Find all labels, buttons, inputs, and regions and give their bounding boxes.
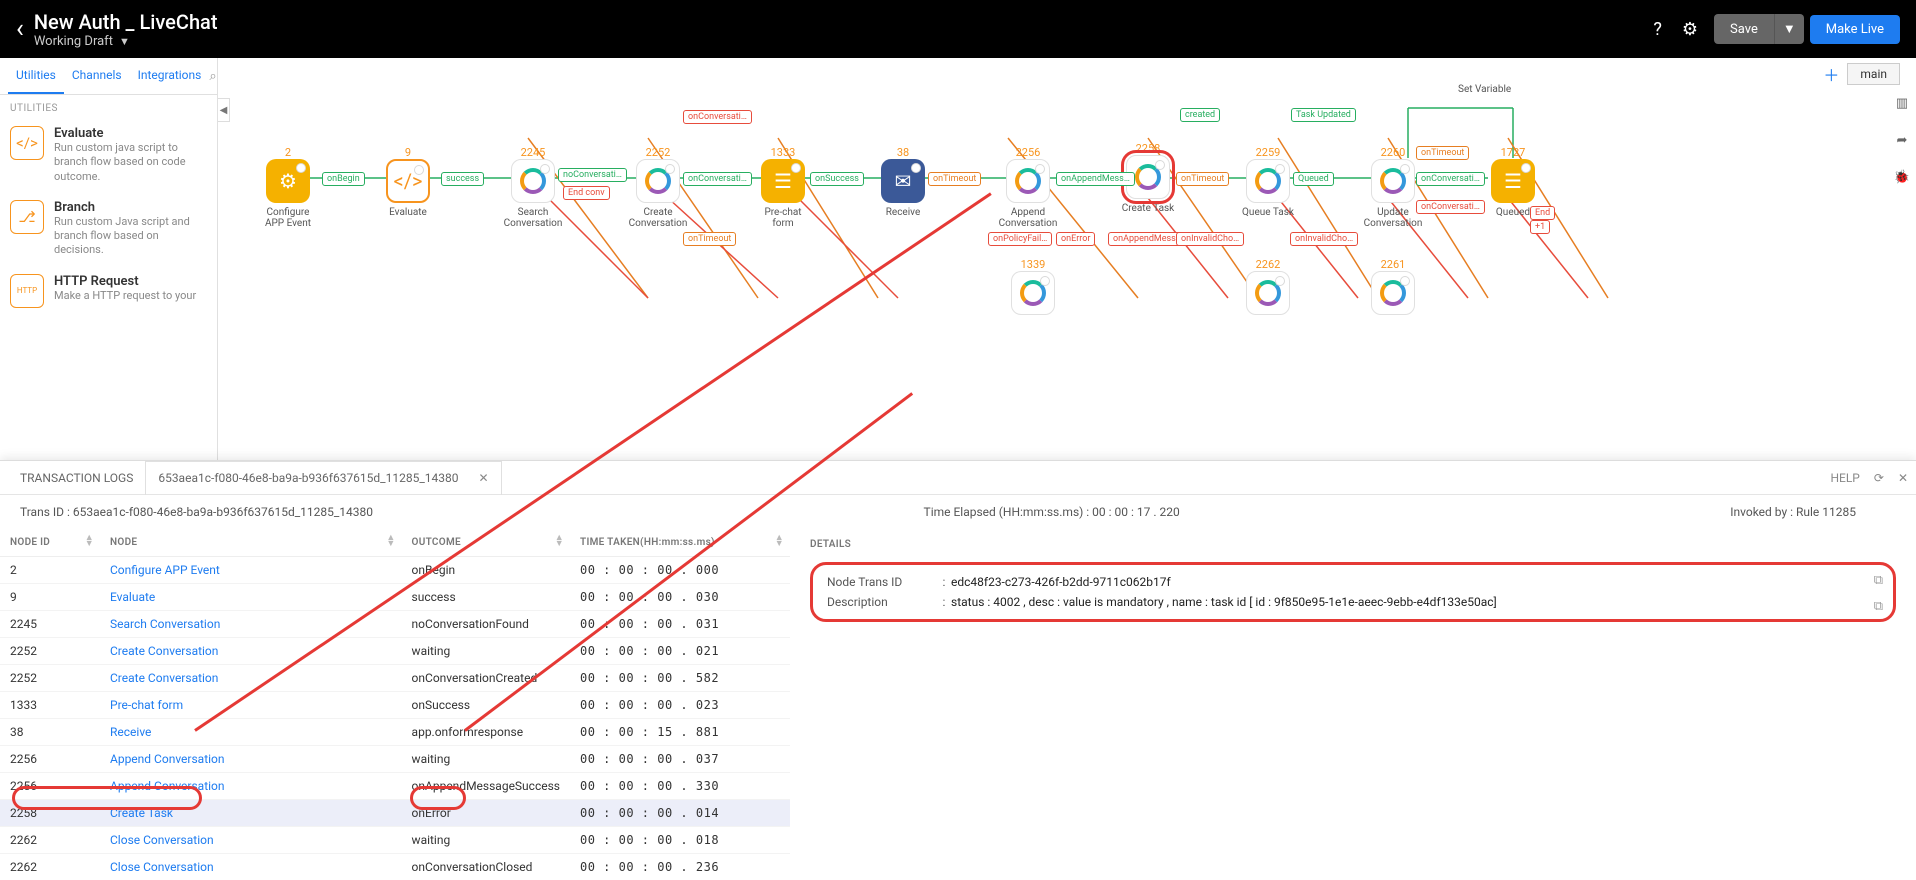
table-row[interactable]: 2245Search ConversationnoConversationFou… bbox=[0, 611, 790, 638]
chip-success: success bbox=[441, 172, 484, 186]
node-search-conversation[interactable]: 2245 Search Conversation bbox=[503, 146, 563, 229]
make-live-button[interactable]: Make Live bbox=[1810, 15, 1900, 44]
help-link[interactable]: HELP bbox=[1830, 471, 1859, 485]
table-row[interactable]: 2262Close ConversationonConversationClos… bbox=[0, 854, 790, 880]
node-2262[interactable]: 2262 bbox=[1238, 258, 1298, 315]
draft-status[interactable]: Working Draft ▼ bbox=[34, 34, 218, 49]
table-row[interactable]: 2258Create TaskonError00 : 00 : 00 . 014 bbox=[0, 800, 790, 827]
node-prechat-form[interactable]: 1333☰ Pre-chat form bbox=[753, 146, 813, 229]
details-highlight-box: ⧉ ⧉ Node Trans ID : edc48f23-c273-426f-b… bbox=[810, 562, 1896, 622]
branch-icon: ⎇ bbox=[10, 200, 44, 234]
chip-noconv: noConversati… bbox=[558, 168, 627, 182]
node-create-conversation[interactable]: 2252 Create Conversation bbox=[628, 146, 688, 229]
details-header: DETAILS bbox=[810, 539, 1896, 550]
http-icon: HTTP bbox=[10, 274, 44, 308]
table-row[interactable]: 2Configure APP EventonBegin00 : 00 : 00 … bbox=[0, 557, 790, 584]
node-evaluate[interactable]: 9</> Evaluate bbox=[378, 146, 438, 218]
node-trans-id-value: edc48f23-c273-426f-b2dd-9711c062b17f bbox=[951, 575, 1879, 589]
chip-plus1: +1 bbox=[1530, 220, 1550, 234]
search-icon[interactable]: ⌕ bbox=[209, 69, 216, 84]
tab-channels[interactable]: Channels bbox=[64, 58, 130, 94]
chip-onconv1: onConversati… bbox=[683, 172, 752, 186]
table-row[interactable]: 9Evaluatesuccess00 : 00 : 00 . 030 bbox=[0, 584, 790, 611]
node-receive[interactable]: 38✉ Receive bbox=[873, 146, 933, 218]
chip-queued: Queued bbox=[1293, 172, 1334, 186]
refresh-icon[interactable]: ⟳ bbox=[1874, 471, 1884, 485]
util-evaluate[interactable]: </> Evaluate Run custom java script to b… bbox=[0, 118, 217, 192]
col-outcome[interactable]: OUTCOME▲▼ bbox=[402, 529, 570, 557]
chip-invalidcho: onInvalidCho… bbox=[1176, 232, 1244, 246]
page-title-block: New Auth _ LiveChat Working Draft ▼ bbox=[34, 10, 218, 49]
util-branch[interactable]: ⎇ Branch Run custom Java script and bran… bbox=[0, 192, 217, 266]
sidebar-collapse-handle[interactable]: ◀ bbox=[218, 98, 230, 122]
log-table[interactable]: NODE ID▲▼ NODE▲▼ OUTCOME▲▼ TIME TAKEN(HH… bbox=[0, 529, 790, 880]
table-row[interactable]: 2262Close Conversationwaiting00 : 00 : 0… bbox=[0, 827, 790, 854]
close-tab-icon[interactable]: ✕ bbox=[478, 471, 488, 485]
sidebar-category: UTILITIES bbox=[0, 95, 217, 118]
table-row[interactable]: 2252Create ConversationonConversationCre… bbox=[0, 665, 790, 692]
description-value: status : 4002 , desc : value is mandator… bbox=[951, 595, 1879, 609]
gear-icon[interactable]: ⚙ bbox=[1682, 19, 1698, 40]
col-node[interactable]: NODE▲▼ bbox=[100, 529, 402, 557]
chip-onconv3: onConversati… bbox=[1416, 172, 1485, 186]
chip-taskupdated: Task Updated bbox=[1291, 108, 1356, 122]
chip-ontimeout1: onTimeout bbox=[928, 172, 981, 186]
time-elapsed-label: Time Elapsed (HH:mm:ss.ms) : 00 : 00 : 1… bbox=[924, 505, 1180, 519]
node-2261[interactable]: 2261 bbox=[1363, 258, 1423, 315]
chip-invalidcho2: onInvalidCho… bbox=[1290, 232, 1358, 246]
table-row[interactable]: 2256Append Conversationwaiting00 : 00 : … bbox=[0, 746, 790, 773]
col-time[interactable]: TIME TAKEN(HH:mm:ss.ms)▲▼ bbox=[570, 529, 790, 557]
debug-icon[interactable]: 🐞 bbox=[1894, 170, 1910, 185]
save-button[interactable]: Save bbox=[1714, 14, 1774, 44]
node-update-conversation[interactable]: 2260 Update Conversation bbox=[1363, 146, 1423, 229]
caret-down-icon: ▼ bbox=[119, 35, 130, 48]
node-configure-app-event[interactable]: 2⚙ Configure APP Event bbox=[258, 146, 318, 229]
table-row[interactable]: 1333Pre-chat formonSuccess00 : 00 : 00 .… bbox=[0, 692, 790, 719]
chip-onsuccess: onSuccess bbox=[810, 172, 864, 186]
chip-endconv: End conv bbox=[563, 186, 610, 200]
trans-id-label: Trans ID : 653aea1c-f080-46e8-ba9a-b936f… bbox=[20, 505, 373, 519]
copy-trans-id-icon[interactable]: ⧉ bbox=[1874, 573, 1883, 588]
chip-onbegin: onBegin bbox=[322, 172, 365, 186]
page-title: New Auth _ LiveChat bbox=[34, 10, 218, 34]
table-row[interactable]: 38Receiveapp.onformresponse00 : 00 : 15 … bbox=[0, 719, 790, 746]
chip-ontimeout4: onTimeout bbox=[1416, 146, 1469, 160]
chip-end: End bbox=[1530, 206, 1555, 220]
node-1339[interactable]: 1339 bbox=[1003, 258, 1063, 315]
invoked-by-label: Invoked by : Rule 11285 bbox=[1730, 505, 1856, 519]
back-icon[interactable]: ‹ bbox=[16, 14, 24, 44]
util-http[interactable]: HTTP HTTP Request Make a HTTP request to… bbox=[0, 266, 217, 316]
details-panel: DETAILS ⧉ ⧉ Node Trans ID : edc48f23-c27… bbox=[790, 529, 1916, 880]
chip-onconv-top: onConversati… bbox=[683, 110, 752, 124]
code-icon: </> bbox=[10, 126, 44, 160]
close-drawer-icon[interactable]: ✕ bbox=[1898, 471, 1908, 485]
chip-onerror: onError bbox=[1056, 232, 1095, 246]
chip-policyfail: onPolicyFail… bbox=[988, 232, 1052, 246]
copy-description-icon[interactable]: ⧉ bbox=[1874, 599, 1883, 614]
chip-ontimeoutb: onTimeout bbox=[683, 232, 736, 246]
share-icon[interactable]: ➦ bbox=[1897, 133, 1908, 148]
chip-ontimeout2: onTimeout bbox=[1176, 172, 1229, 186]
tab-integrations[interactable]: Integrations bbox=[130, 58, 210, 94]
node-queue-task[interactable]: 2259 Queue Task bbox=[1238, 146, 1298, 218]
save-dropdown-button[interactable]: ▼ bbox=[1774, 14, 1804, 44]
chip-onappend: onAppendMess… bbox=[1056, 172, 1135, 186]
node-append-conversation[interactable]: 2256 Append Conversation bbox=[998, 146, 1058, 229]
drawer-tab-logs[interactable]: TRANSACTION LOGS bbox=[8, 471, 145, 485]
chip-onconv4: onConversati… bbox=[1416, 200, 1485, 214]
transaction-logs-drawer: TRANSACTION LOGS 653aea1c-f080-46e8-ba9a… bbox=[0, 460, 1916, 880]
panel-icon[interactable]: ▥ bbox=[1896, 96, 1908, 111]
tab-utilities[interactable]: Utilities bbox=[8, 58, 64, 94]
help-icon[interactable]: ? bbox=[1653, 19, 1662, 40]
table-row[interactable]: 2252Create Conversationwaiting00 : 00 : … bbox=[0, 638, 790, 665]
col-node-id[interactable]: NODE ID▲▼ bbox=[0, 529, 100, 557]
chip-created: created bbox=[1180, 108, 1220, 122]
table-row[interactable]: 2256Append ConversationonAppendMessageSu… bbox=[0, 773, 790, 800]
drawer-tab-transaction[interactable]: 653aea1c-f080-46e8-ba9a-b936f637615d_112… bbox=[145, 461, 501, 495]
